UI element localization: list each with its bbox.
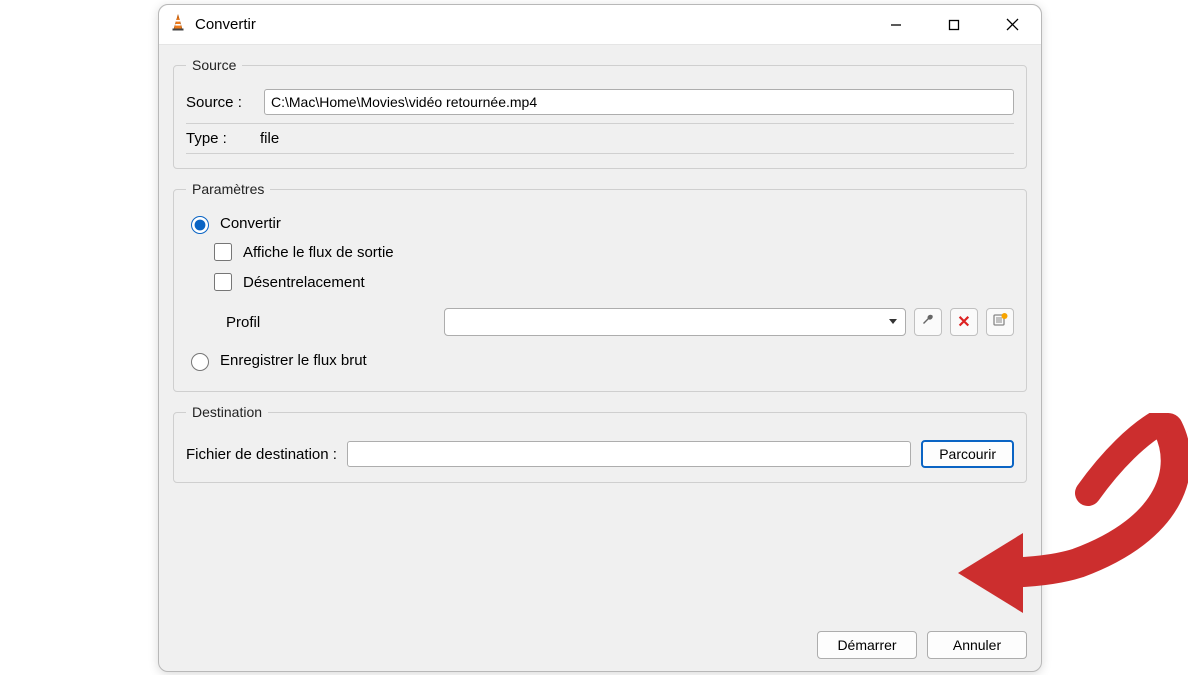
radio-dump-raw[interactable]: Enregistrer le flux brut — [186, 350, 1014, 371]
radio-convert[interactable]: Convertir — [186, 213, 1014, 234]
checkbox-show-output[interactable]: Affiche le flux de sortie — [210, 240, 1014, 264]
start-button[interactable]: Démarrer — [817, 631, 917, 659]
new-profile-icon — [992, 312, 1008, 332]
maximize-button[interactable] — [925, 5, 983, 44]
source-group: Source Source : Type : file — [173, 57, 1027, 169]
radio-convert-input[interactable] — [191, 216, 209, 234]
delete-x-icon: ✕ — [957, 312, 970, 332]
source-type-value: file — [260, 130, 279, 147]
source-legend: Source — [186, 57, 242, 73]
checkbox-deinterlace-label: Désentrelacement — [243, 274, 365, 291]
delete-profile-button[interactable]: ✕ — [950, 308, 978, 336]
parameters-legend: Paramètres — [186, 181, 270, 197]
convert-dialog-window: Convertir Source Source : Type : file — [158, 4, 1042, 672]
wrench-icon — [920, 312, 936, 332]
radio-dump-raw-label: Enregistrer le flux brut — [220, 352, 367, 369]
destination-legend: Destination — [186, 404, 268, 420]
titlebar[interactable]: Convertir — [159, 5, 1041, 45]
profile-label: Profil — [226, 314, 436, 331]
browse-button[interactable]: Parcourir — [921, 440, 1014, 468]
window-controls — [867, 5, 1041, 44]
checkbox-show-output-input[interactable] — [214, 243, 232, 261]
profile-dropdown[interactable] — [444, 308, 906, 336]
destination-file-input[interactable] — [347, 441, 911, 467]
radio-convert-label: Convertir — [220, 215, 281, 232]
destination-group: Destination Fichier de destination : Par… — [173, 404, 1027, 483]
checkbox-deinterlace[interactable]: Désentrelacement — [210, 270, 1014, 294]
cancel-button[interactable]: Annuler — [927, 631, 1027, 659]
chevron-down-icon — [887, 314, 899, 331]
source-label: Source : — [186, 94, 254, 111]
dialog-footer: Démarrer Annuler — [159, 623, 1041, 671]
radio-dump-raw-input[interactable] — [191, 353, 209, 371]
new-profile-button[interactable] — [986, 308, 1014, 336]
edit-profile-button[interactable] — [914, 308, 942, 336]
parameters-group: Paramètres Convertir Affiche le flux de … — [173, 181, 1027, 392]
destination-file-label: Fichier de destination : — [186, 446, 337, 463]
checkbox-show-output-label: Affiche le flux de sortie — [243, 244, 394, 261]
minimize-button[interactable] — [867, 5, 925, 44]
checkbox-deinterlace-input[interactable] — [214, 273, 232, 291]
window-title: Convertir — [195, 16, 256, 33]
source-type-label: Type : — [186, 130, 254, 147]
source-path-input[interactable] — [264, 89, 1014, 115]
vlc-cone-icon — [169, 14, 187, 36]
close-button[interactable] — [983, 5, 1041, 44]
